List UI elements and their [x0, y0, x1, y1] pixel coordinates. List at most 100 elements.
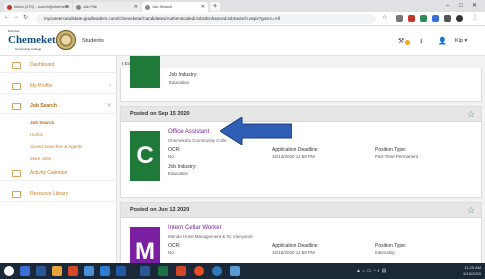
- college-seal-logo: [56, 30, 76, 50]
- extension-icon[interactable]: [432, 15, 439, 22]
- sidebar-item-resource-library[interactable]: Resource Library: [0, 187, 117, 202]
- globe-icon: [76, 5, 81, 10]
- browser-tab-job-file[interactable]: Job File ✕: [73, 2, 141, 12]
- company-name: Chemeketa Community Colle: [168, 138, 227, 143]
- logo-wordmark[interactable]: Chemeketa: [8, 34, 61, 46]
- job-card[interactable]: Posted on Sep 15 2020 ☆ C Office Assista…: [120, 106, 482, 198]
- powerpoint-icon[interactable]: [176, 266, 186, 276]
- tools-icon[interactable]: ⚒: [398, 37, 404, 45]
- start-button-icon[interactable]: [4, 266, 14, 276]
- edge-icon[interactable]: [212, 266, 222, 276]
- app-header: Discover Chemeketa Community College Stu…: [0, 26, 485, 56]
- position-type-label: Position Type:: [375, 243, 407, 249]
- library-icon: [12, 191, 21, 198]
- sidebar-item-activity-calendar[interactable]: Activity Calendar: [0, 166, 117, 181]
- notification-badge: [405, 40, 410, 45]
- dashboard-icon: [12, 62, 21, 69]
- deadline-value: 10/13/2020 11:59 PM: [272, 154, 315, 159]
- window-close-icon[interactable]: ✕: [472, 0, 477, 12]
- new-tab-button[interactable]: +: [210, 2, 220, 11]
- ie-browser-icon[interactable]: [36, 266, 46, 276]
- close-tab-icon[interactable]: ✕: [65, 4, 69, 10]
- sidebar-subitem-more-jobs[interactable]: More Jobs: [30, 156, 51, 161]
- company-tile: C: [130, 131, 160, 181]
- media-player-icon[interactable]: [68, 266, 78, 276]
- company-tile: [130, 56, 160, 88]
- chrome-icon[interactable]: [194, 266, 204, 276]
- tray-icons[interactable]: ▲ ⌂ ▭ ◔ ◐ ▤: [356, 268, 386, 274]
- ocr-label: OCR:: [168, 243, 181, 249]
- job-title-link[interactable]: Office Assistant: [168, 129, 209, 135]
- reload-icon[interactable]: ↻: [23, 14, 28, 21]
- app-icon[interactable]: [116, 266, 126, 276]
- job-results-panel: ⭳ Export Job Industry: Education Posted …: [117, 56, 485, 263]
- app-icon[interactable]: [84, 266, 94, 276]
- sidebar-item-label: Dashboard: [30, 62, 55, 68]
- sidebar-subitem-holice[interactable]: Ho/Ice: [30, 132, 43, 137]
- extension-icon[interactable]: [444, 15, 451, 22]
- close-tab-icon[interactable]: ✕: [134, 4, 138, 10]
- user-name: Kip: [455, 38, 463, 44]
- extension-icon[interactable]: [420, 15, 427, 22]
- sidebar-subitem-job-search[interactable]: Job Search: [30, 120, 54, 125]
- sidebar-item-label: Job Search: [30, 103, 57, 109]
- profile-avatar-icon[interactable]: [456, 15, 463, 22]
- gmail-icon: [7, 5, 12, 10]
- favorite-star-icon[interactable]: ☆: [467, 205, 475, 216]
- job-title-link[interactable]: Intern Cellar Worker: [168, 225, 222, 231]
- sidebar-item-label: Resource Library: [30, 191, 69, 197]
- profile-icon: [12, 83, 21, 90]
- ocr-label: OCR:: [168, 147, 181, 153]
- star-bookmark-icon[interactable]: ☆: [382, 14, 387, 21]
- deadline-label: Application Deadline:: [272, 147, 319, 153]
- task-view-icon[interactable]: [20, 266, 30, 276]
- user-menu[interactable]: Kip ▾: [455, 38, 467, 44]
- browser-tab-job-search[interactable]: Job Search ✕: [142, 2, 208, 12]
- extension-icon[interactable]: [396, 15, 403, 22]
- job-industry-label: Job Industry:: [168, 164, 197, 170]
- taskbar-clock[interactable]: 11:25 AM 9/16/2020: [463, 265, 481, 277]
- close-tab-icon[interactable]: ✕: [201, 4, 205, 10]
- position-type-value: Internship: [375, 250, 395, 255]
- file-explorer-icon[interactable]: [52, 266, 62, 276]
- app-icon[interactable]: [100, 266, 110, 276]
- favorite-star-icon[interactable]: ☆: [467, 109, 475, 120]
- app-icon[interactable]: [230, 266, 240, 276]
- job-card[interactable]: Posted on Jun 12 2020 ☆ M Intern Cellar …: [120, 202, 482, 263]
- windows-taskbar: ▲ ⌂ ▭ ◔ ◐ ▤ 11:25 AM 9/16/2020: [0, 263, 485, 279]
- url-input[interactable]: mycareercandidate.gradleaders.com/Chemek…: [36, 14, 376, 24]
- ocr-value: No: [168, 154, 174, 159]
- forward-icon[interactable]: →: [13, 14, 19, 20]
- browser-tab-inbox[interactable]: Inbox (270) - rcorch@chemeke ✕: [4, 2, 72, 12]
- sidebar-item-dashboard[interactable]: Dashboard: [0, 58, 117, 73]
- excel-icon[interactable]: [158, 266, 168, 276]
- company-tile: M: [130, 227, 160, 263]
- job-industry-label: Job Industry:: [169, 72, 198, 78]
- sidebar-item-job-search[interactable]: Job Search ˅: [0, 99, 117, 114]
- minimize-icon[interactable]: –: [446, 0, 449, 12]
- maximize-icon[interactable]: □: [459, 0, 463, 12]
- sidebar-subitem-saved-searches[interactable]: Saved Searches & Agents: [30, 144, 82, 149]
- logo-subtitle: Community College: [15, 47, 42, 51]
- clock-date: 9/16/2020: [463, 271, 481, 276]
- sidebar-item-label: My Profile: [30, 83, 53, 89]
- user-avatar-icon[interactable]: 👤: [438, 37, 447, 45]
- tab-label: Inbox (270) - rcorch@chemeke: [14, 4, 70, 9]
- portal-name: Students: [82, 38, 104, 44]
- globe-icon: [145, 5, 150, 10]
- deadline-label: Application Deadline:: [272, 243, 319, 249]
- sidebar-item-my-profile[interactable]: My Profile ›: [0, 79, 117, 94]
- posted-date: Posted on Jun 12 2020: [121, 203, 481, 218]
- address-bar: ← → ↻ mycareercandidate.gradleaders.com/…: [0, 12, 485, 26]
- job-industry-value: Education: [169, 80, 190, 85]
- extension-icon[interactable]: [408, 15, 415, 22]
- browser-tab-strip: Inbox (270) - rcorch@chemeke ✕ Job File …: [0, 0, 485, 12]
- back-icon[interactable]: ←: [4, 14, 10, 20]
- ocr-value: No: [168, 250, 174, 255]
- pointer-arrow-annotation: [220, 117, 292, 145]
- chevron-right-icon: ›: [109, 83, 111, 89]
- download-icon[interactable]: ⭳: [420, 37, 422, 48]
- job-card-partial: Job Industry: Education: [120, 56, 482, 102]
- menu-kebab-icon[interactable]: ⋮: [472, 14, 478, 21]
- word-icon[interactable]: [140, 266, 150, 276]
